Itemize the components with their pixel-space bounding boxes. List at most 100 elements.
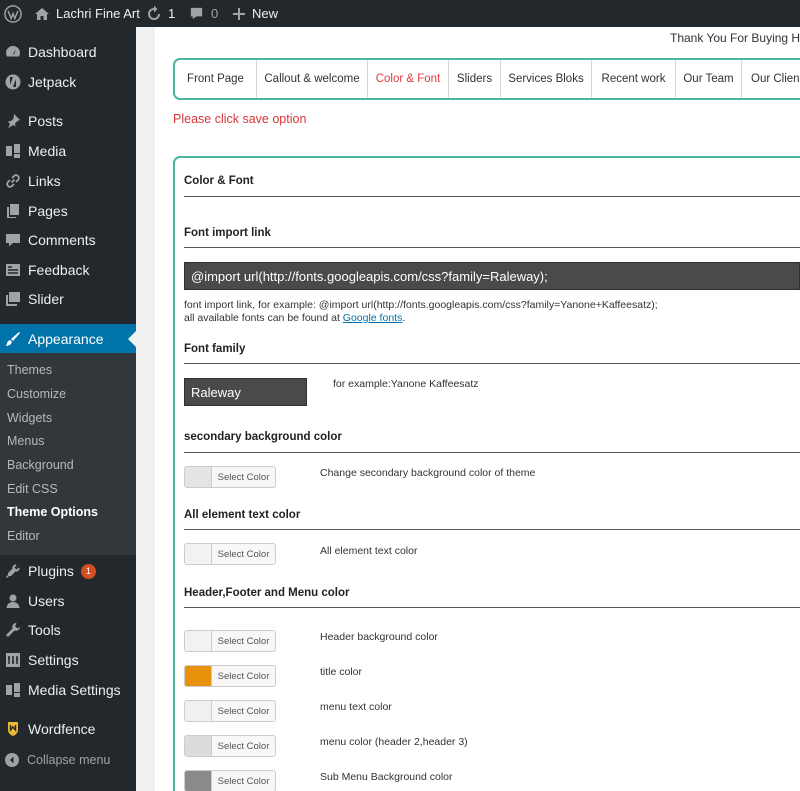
submenu-editor[interactable]: Editor [7, 529, 40, 543]
menu-links[interactable]: Links [0, 166, 136, 196]
user-icon [5, 593, 21, 609]
menu-label: Dashboard [28, 44, 97, 60]
comment-icon [190, 7, 203, 20]
menu-label: Media Settings [28, 682, 121, 698]
google-fonts-link[interactable]: Google fonts [343, 312, 403, 324]
submenu-customize[interactable]: Customize [7, 387, 66, 401]
submenu-theme-options[interactable]: Theme Options [7, 505, 98, 519]
menu-label: Posts [28, 113, 64, 129]
select-color-label: Select Color [217, 670, 270, 682]
menu-media[interactable]: Media [0, 136, 136, 166]
menu-plugins[interactable]: Plugins 1 [0, 556, 136, 586]
menu-color-desc: menu color (header 2,header 3) [320, 736, 468, 748]
tab-recent-work[interactable]: Recent work [592, 60, 676, 98]
submenu-widgets[interactable]: Widgets [7, 411, 52, 425]
select-color-label: Select Color [217, 705, 270, 717]
tab-services-bloks[interactable]: Services Bloks [501, 60, 592, 98]
help-prefix: all available fonts can be found at [184, 312, 343, 324]
font-import-help-line2: all available fonts can be found at Goog… [184, 312, 658, 325]
divider [184, 452, 800, 453]
media-icon [5, 682, 21, 698]
menu-dashboard[interactable]: Dashboard [0, 37, 136, 67]
plugin-icon [5, 563, 21, 579]
menu-label: Tools [28, 622, 61, 638]
divider [184, 247, 800, 248]
submenu-bg-desc: Sub Menu Background color [320, 771, 453, 783]
menu-pages[interactable]: Pages [0, 196, 136, 226]
collapse-label: Collapse menu [27, 753, 111, 767]
submenu-menus[interactable]: Menus [7, 434, 45, 448]
tab-callout-welcome[interactable]: Callout & welcome [257, 60, 368, 98]
menu-comments[interactable]: Comments [0, 225, 136, 255]
pin-icon [5, 113, 21, 129]
select-color-label: Select Color [217, 548, 270, 560]
color-swatch [185, 701, 212, 721]
submenu-edit-css[interactable]: Edit CSS [7, 482, 58, 496]
tab-our-team[interactable]: Our Team [676, 60, 742, 98]
font-import-input[interactable]: @import url(http://fonts.googleapis.com/… [184, 262, 800, 290]
help-suffix: . [402, 312, 406, 324]
menu-label: Feedback [28, 262, 90, 278]
select-color-button[interactable]: Select Color [184, 630, 276, 652]
text-color-label: All element text color [184, 509, 301, 521]
menu-label: Wordfence [28, 721, 96, 737]
tab-color-font[interactable]: Color & Font [368, 60, 449, 98]
color-swatch [185, 666, 212, 686]
menu-media-settings[interactable]: Media Settings [0, 675, 136, 705]
wrench-icon [5, 622, 21, 638]
select-color-button[interactable]: Select Color [184, 700, 276, 722]
menu-posts[interactable]: Posts [0, 106, 136, 136]
collapse-menu-button[interactable]: Collapse menu [0, 750, 136, 770]
select-color-button[interactable]: Select Color [184, 543, 276, 565]
font-family-input[interactable]: Raleway [184, 378, 307, 406]
submenu-background[interactable]: Background [7, 458, 74, 472]
color-swatch [185, 771, 212, 791]
menu-feedback[interactable]: Feedback [0, 255, 136, 285]
menu-slider[interactable]: Slider [0, 284, 136, 314]
tab-our-client[interactable]: Our Client [742, 60, 800, 98]
font-family-label: Font family [184, 343, 246, 355]
settings-icon [5, 652, 21, 668]
wordpress-logo-icon[interactable] [4, 0, 22, 27]
select-color-button[interactable]: Select Color [184, 735, 276, 757]
slider-icon [5, 291, 21, 307]
home-icon [35, 7, 49, 20]
new-label: New [252, 6, 279, 21]
updates-link[interactable]: 1 [146, 0, 175, 27]
updates-count: 1 [168, 6, 176, 21]
select-color-button[interactable]: Select Color [184, 770, 276, 791]
menu-label: Media [28, 143, 67, 159]
new-content-link[interactable]: New [232, 0, 278, 27]
menu-appearance[interactable]: Appearance [0, 324, 136, 354]
brush-icon [5, 331, 21, 347]
jetpack-icon [5, 74, 21, 90]
header-footer-label: Header,Footer and Menu color [184, 587, 350, 599]
submenu-themes[interactable]: Themes [7, 363, 52, 377]
select-color-label: Select Color [217, 740, 270, 752]
select-color-label: Select Color [217, 471, 270, 483]
comments-link[interactable]: 0 [189, 0, 218, 27]
menu-wordfence[interactable]: Wordfence [0, 714, 136, 744]
site-name-link[interactable]: Lachri Fine Art [34, 0, 140, 27]
menu-users[interactable]: Users [0, 586, 136, 616]
tab-sliders[interactable]: Sliders [449, 60, 501, 98]
save-notice: Please click save option [173, 112, 307, 126]
refresh-icon [148, 5, 160, 20]
menu-label: Users [28, 593, 65, 609]
secondary-bg-desc: Change secondary background color of the… [320, 467, 536, 479]
menu-settings[interactable]: Settings [0, 645, 136, 675]
font-import-help: font import link, for example: @import u… [184, 299, 658, 325]
menu-label: Links [28, 173, 61, 189]
thanks-message: Thank You For Buying Ha [670, 31, 800, 45]
menu-label: Comments [28, 232, 96, 248]
plus-icon [233, 7, 245, 20]
menu-label: Appearance [28, 331, 104, 347]
site-name: Lachri Fine Art [56, 6, 140, 21]
font-family-help: for example:Yanone Kaffeesatz [333, 378, 479, 390]
tab-front-page[interactable]: Front Page [175, 60, 257, 98]
select-color-button[interactable]: Select Color [184, 466, 276, 488]
menu-jetpack[interactable]: Jetpack [0, 67, 136, 97]
menu-tools[interactable]: Tools [0, 615, 136, 645]
select-color-button[interactable]: Select Color [184, 665, 276, 687]
divider [184, 529, 800, 530]
